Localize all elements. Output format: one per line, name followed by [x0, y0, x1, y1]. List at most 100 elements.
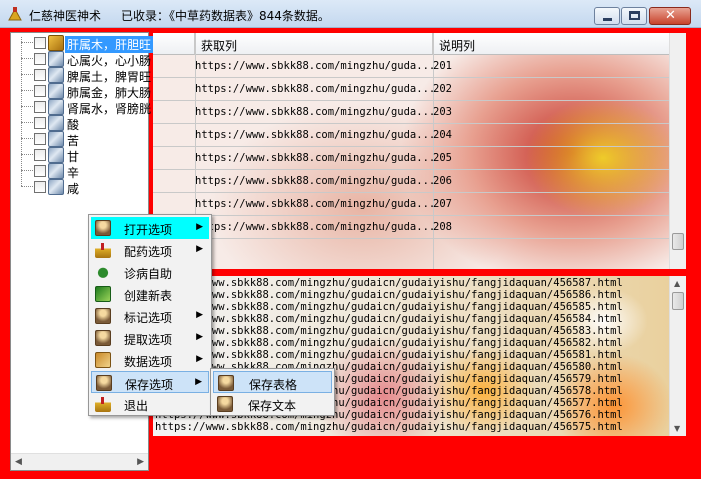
scroll-left-icon[interactable]: ◀ [15, 457, 22, 467]
menu-item-label: 配药选项 [124, 245, 173, 259]
hand-icon [95, 264, 111, 280]
figure-icon [48, 67, 64, 83]
tree-branch [21, 90, 33, 91]
id-cell[interactable]: 201 [433, 60, 452, 72]
menu-item-data-options[interactable]: 数据选项 ▶ [91, 349, 209, 371]
url-cell[interactable]: https://www.sbkk88.com/mingzhu/guda... [195, 175, 435, 187]
tree-checkbox[interactable] [34, 117, 46, 129]
tree-checkbox[interactable] [34, 133, 46, 145]
url-cell[interactable]: https://www.sbkk88.com/mingzhu/guda... [195, 60, 435, 72]
text-line: https://www.sbkk88.com/mingzhu/gudaicn/g… [155, 301, 623, 313]
tree-item-pungent[interactable]: 辛 [11, 163, 150, 180]
maximize-icon [629, 11, 640, 20]
table-row[interactable]: https://www.sbkk88.com/mingzhu/guda... 2… [153, 124, 672, 147]
figure-icon [48, 35, 64, 51]
tree-checkbox[interactable] [34, 149, 46, 161]
scroll-down-icon[interactable]: ▼ [674, 424, 680, 433]
tree-item-sour[interactable]: 酸 [11, 115, 150, 132]
tree-horizontal-scrollbar[interactable]: ◀ ▶ [11, 453, 148, 470]
menu-item-save-text[interactable]: 保存文本 [213, 393, 332, 415]
scroll-thumb[interactable] [672, 292, 684, 310]
tree-checkbox[interactable] [34, 69, 46, 81]
menu-item-save-table[interactable]: 保存表格 [213, 371, 332, 393]
maximize-button[interactable] [621, 7, 647, 25]
id-cell[interactable]: 202 [433, 83, 452, 95]
table-row[interactable]: https://www.sbkk88.com/mingzhu/guda... 2… [153, 170, 672, 193]
tree-item-sweet[interactable]: 甘 [11, 147, 150, 164]
submenu-arrow-icon: ▶ [196, 222, 203, 232]
close-button[interactable]: ✕ [649, 7, 691, 25]
scroll-up-icon[interactable]: ▲ [674, 279, 680, 288]
tree-item-heart[interactable]: 心属火，心小肠 [11, 51, 151, 68]
grid-vertical-scrollbar[interactable] [669, 33, 686, 269]
table-row[interactable]: https://www.sbkk88.com/mingzhu/guda... 2… [153, 101, 672, 124]
scroll-right-icon[interactable]: ▶ [137, 457, 144, 467]
tree-item-liver[interactable]: 肝属木，肝胆旺 [11, 35, 154, 53]
id-cell[interactable]: 204 [433, 129, 452, 141]
menu-item-create-table[interactable]: 创建新表 [91, 283, 209, 305]
menu-item-label: 保存表格 [249, 378, 298, 392]
menu-item-mark-options[interactable]: 标记选项 ▶ [91, 305, 209, 327]
id-cell[interactable]: 203 [433, 106, 452, 118]
url-cell[interactable]: https://www.sbkk88.com/mingzhu/guda... [195, 152, 435, 164]
minimize-button[interactable] [594, 7, 620, 25]
data-grid[interactable]: 获取列 说明列 https://www.sbkk88.com/mingzhu/g… [153, 33, 686, 269]
menu-item-label: 退出 [124, 399, 149, 413]
url-cell[interactable]: https://www.sbkk88.com/mingzhu/guda... [195, 198, 435, 210]
tree-item-salty[interactable]: 咸 [11, 179, 150, 196]
url-cell[interactable]: https://www.sbkk88.com/mingzhu/guda... [195, 129, 435, 141]
figure-icon [48, 131, 64, 147]
text-line: https://www.sbkk88.com/mingzhu/gudaicn/g… [155, 421, 623, 433]
url-cell[interactable]: https://www.sbkk88.com/mingzhu/guda... [195, 221, 435, 233]
table-row[interactable]: https://www.sbkk88.com/mingzhu/guda... 2… [153, 216, 672, 239]
tree-branch [21, 74, 33, 75]
figure-icon [95, 330, 111, 346]
id-cell[interactable]: 205 [433, 152, 452, 164]
figure-icon [95, 308, 111, 324]
tree-branch [21, 154, 33, 155]
tree-checkbox[interactable] [34, 101, 46, 113]
table-row[interactable]: https://www.sbkk88.com/mingzhu/guda... 2… [153, 55, 672, 78]
menu-item-open-options[interactable]: 打开选项 ▶ [91, 217, 209, 239]
menu-item-extract-options[interactable]: 提取选项 ▶ [91, 327, 209, 349]
column-header-description[interactable]: 说明列 [433, 33, 672, 55]
tree-checkbox[interactable] [34, 37, 46, 49]
submenu-arrow-icon: ▶ [196, 310, 203, 320]
menu-item-dispense-options[interactable]: 配药选项 ▶ [91, 239, 209, 261]
id-cell[interactable]: 206 [433, 175, 452, 187]
context-menu: 打开选项 ▶ 配药选项 ▶ 诊病自助 创建新表 标记选项 ▶ 提取选项 ▶ 数据… [88, 214, 212, 416]
menu-item-label: 数据选项 [124, 355, 173, 369]
tree-checkbox[interactable] [34, 85, 46, 97]
menu-item-label: 创建新表 [124, 289, 173, 303]
text-line: https://www.sbkk88.com/mingzhu/gudaicn/g… [155, 325, 623, 337]
id-cell[interactable]: 207 [433, 198, 452, 210]
id-cell[interactable]: 208 [433, 221, 452, 233]
figure-icon [48, 179, 64, 195]
text-line: https://www.sbkk88.com/mingzhu/gudaicn/g… [155, 349, 623, 361]
tree-item-kidney[interactable]: 肾属水，肾膀胱 [11, 99, 151, 116]
menu-item-label: 打开选项 [124, 223, 173, 237]
menu-item-exit[interactable]: 退出 [91, 393, 209, 415]
tree-item-lung[interactable]: 肺属金，肺大肠 [11, 83, 151, 100]
window-title: 仁慈神医神术 [29, 9, 102, 23]
tree-checkbox[interactable] [34, 53, 46, 65]
tree-checkbox[interactable] [34, 165, 46, 177]
figure-icon [217, 396, 233, 412]
tree-checkbox[interactable] [34, 181, 46, 193]
scroll-thumb[interactable] [672, 233, 684, 250]
url-cell[interactable]: https://www.sbkk88.com/mingzhu/guda... [195, 83, 435, 95]
row-header-corner [153, 33, 195, 55]
text-vertical-scrollbar[interactable]: ▲ ▼ [669, 276, 686, 436]
tree-item-bitter[interactable]: 苦 [11, 131, 150, 148]
menu-item-self-diagnosis[interactable]: 诊病自助 [91, 261, 209, 283]
tree-item-spleen[interactable]: 脾属土，脾胃旺 [11, 67, 151, 84]
table-row[interactable]: https://www.sbkk88.com/mingzhu/guda... 2… [153, 193, 672, 216]
menu-item-save-options[interactable]: 保存选项 ▶ [91, 371, 209, 393]
figure-icon [48, 115, 64, 131]
tree-branch [21, 58, 33, 59]
text-line: https://www.sbkk88.com/mingzhu/gudaicn/g… [155, 277, 623, 289]
table-row[interactable]: https://www.sbkk88.com/mingzhu/guda... 2… [153, 147, 672, 170]
table-row[interactable]: https://www.sbkk88.com/mingzhu/guda... 2… [153, 78, 672, 101]
column-header-fetch[interactable]: 获取列 [195, 33, 433, 55]
url-cell[interactable]: https://www.sbkk88.com/mingzhu/guda... [195, 106, 435, 118]
